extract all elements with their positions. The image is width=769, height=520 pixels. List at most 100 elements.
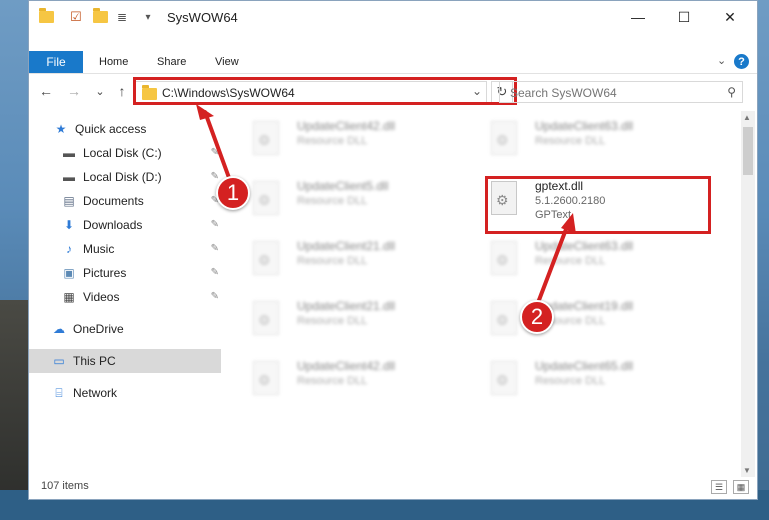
file-name: UpdateClient42.dll: [297, 119, 396, 133]
dll-file-icon: [253, 361, 279, 395]
sidebar-item-local-disk-c[interactable]: ▬ Local Disk (C:) ✎: [29, 141, 221, 165]
sidebar-item-label: Documents: [83, 194, 144, 208]
quick-access-dropdown[interactable]: ▾: [139, 8, 157, 26]
tab-home[interactable]: Home: [99, 51, 128, 73]
back-button[interactable]: ←: [37, 82, 55, 100]
list-item[interactable]: UpdateClient63.dll Resource DLL: [467, 235, 687, 283]
dll-file-icon: [491, 361, 517, 395]
sidebar-item-label: Videos: [83, 290, 120, 304]
tab-view[interactable]: View: [215, 51, 239, 73]
sidebar-item-label: OneDrive: [73, 322, 124, 336]
star-icon: ★: [55, 122, 67, 136]
music-icon: ♪: [66, 242, 72, 256]
file-description: Resource DLL: [535, 135, 606, 147]
recent-locations-button[interactable]: ⌄: [91, 82, 109, 100]
dll-file-icon: [253, 301, 279, 335]
pictures-icon: ▣: [63, 266, 75, 280]
scroll-thumb[interactable]: [743, 127, 753, 175]
minimize-button[interactable]: —: [615, 1, 661, 33]
documents-icon: ▤: [63, 194, 75, 208]
file-name: UpdateClient21.dll: [297, 299, 396, 313]
address-dropdown-icon[interactable]: ⌄: [472, 84, 482, 98]
list-item[interactable]: UpdateClient42.dll Resource DLL: [229, 115, 449, 163]
expand-ribbon-icon[interactable]: ⌄: [717, 54, 726, 67]
videos-icon: ▦: [63, 290, 75, 304]
file-description: Resource DLL: [297, 195, 368, 207]
file-list: UpdateClient42.dll Resource DLL UpdateCl…: [229, 109, 739, 469]
sidebar-item-label: Downloads: [83, 218, 143, 232]
item-count: 107 items: [41, 480, 89, 492]
list-item[interactable]: UpdateClient42.dll Resource DLL: [229, 355, 449, 403]
navigation-bar: ← → ⌄ ↑ C:\Windows\SysWOW64 ⌄ ↻ ⚲: [29, 77, 757, 107]
file-name: UpdateClient42.dll: [297, 359, 396, 373]
file-name: UpdateClient63.dll: [535, 119, 634, 133]
vertical-scrollbar[interactable]: ▲ ▼: [741, 111, 755, 477]
scroll-down-icon[interactable]: ▼: [743, 466, 751, 475]
drive-icon: ▬: [63, 170, 75, 184]
explorer-window: ☑ ≣ ▾ SysWOW64 — ☐ ✕ File Home Share Vie…: [28, 0, 758, 500]
properties-icon[interactable]: ☑: [67, 8, 85, 26]
list-item[interactable]: UpdateClient21.dll Resource DLL: [229, 295, 449, 343]
window-title: SysWOW64: [167, 10, 238, 25]
sidebar-item-local-disk-d[interactable]: ▬ Local Disk (D:) ✎: [29, 165, 221, 189]
drive-icon: ▬: [63, 146, 75, 160]
list-item[interactable]: UpdateClient21.dll Resource DLL: [229, 235, 449, 283]
sidebar-item-label: Local Disk (D:): [83, 170, 162, 184]
search-input[interactable]: [508, 83, 712, 103]
download-icon: ⬇: [63, 218, 75, 232]
forward-button[interactable]: →: [65, 82, 83, 100]
dll-file-icon: [253, 181, 279, 215]
sidebar-item-network[interactable]: ⌸ Network: [29, 381, 221, 405]
sidebar-item-pictures[interactable]: ▣ Pictures ✎: [29, 261, 221, 285]
sidebar-item-music[interactable]: ♪ Music ✎: [29, 237, 221, 261]
scroll-up-icon[interactable]: ▲: [743, 113, 751, 122]
sidebar-item-documents[interactable]: ▤ Documents ✎: [29, 189, 221, 213]
folder-icon: [142, 85, 157, 100]
list-item[interactable]: UpdateClient65.dll Resource DLL: [467, 355, 687, 403]
up-button[interactable]: ↑: [113, 82, 131, 100]
dll-file-icon: [491, 121, 517, 155]
details-view-icon[interactable]: ☰: [711, 480, 727, 494]
tab-share[interactable]: Share: [157, 51, 186, 73]
dll-file-icon: [491, 241, 517, 275]
address-path[interactable]: C:\Windows\SysWOW64: [162, 86, 295, 100]
cloud-icon: ☁: [53, 322, 65, 336]
pin-icon: ✎: [210, 291, 219, 302]
new-folder-icon[interactable]: [91, 8, 109, 26]
pin-icon: ✎: [210, 147, 219, 158]
file-description: Resource DLL: [297, 315, 368, 327]
list-item[interactable]: UpdateClient19.dll Resource DLL: [467, 295, 687, 343]
sidebar-item-label: Network: [73, 386, 118, 400]
dll-file-icon: [253, 241, 279, 275]
sidebar-item-quick-access[interactable]: ★ Quick access: [29, 117, 221, 141]
sidebar-item-label: This PC: [73, 354, 116, 368]
address-bar[interactable]: C:\Windows\SysWOW64 ⌄: [135, 81, 487, 103]
tab-file[interactable]: File: [29, 51, 83, 73]
file-description: Resource DLL: [297, 135, 368, 147]
pin-icon: ✎: [210, 219, 219, 230]
status-bar: 107 items ☰ ▦: [29, 477, 757, 499]
search-box[interactable]: ⚲: [499, 81, 743, 103]
pin-icon: ✎: [210, 243, 219, 254]
help-icon[interactable]: ?: [734, 54, 749, 69]
list-item[interactable]: UpdateClient63.dll Resource DLL: [467, 115, 687, 163]
close-button[interactable]: ✕: [707, 1, 753, 33]
search-icon: ⚲: [727, 85, 736, 99]
callout-badge-2: 2: [520, 300, 554, 334]
file-name: UpdateClient5.dll: [297, 179, 389, 193]
sidebar-item-this-pc[interactable]: ▭ This PC: [29, 349, 221, 373]
file-description: Resource DLL: [297, 255, 368, 267]
sidebar-item-downloads[interactable]: ⬇ Downloads ✎: [29, 213, 221, 237]
file-name: UpdateClient21.dll: [297, 239, 396, 253]
tiles-view-icon[interactable]: ▦: [733, 480, 749, 494]
sidebar-item-videos[interactable]: ▦ Videos ✎: [29, 285, 221, 309]
sidebar-item-label: Local Disk (C:): [83, 146, 162, 160]
pin-icon: ✎: [210, 267, 219, 278]
maximize-button[interactable]: ☐: [661, 1, 707, 33]
list-item[interactable]: UpdateClient5.dll Resource DLL: [229, 175, 449, 223]
file-description: Resource DLL: [297, 375, 368, 387]
file-name: UpdateClient63.dll: [535, 239, 634, 253]
pin-icon: ✎: [210, 171, 219, 182]
sidebar-item-onedrive[interactable]: ☁ OneDrive: [29, 317, 221, 341]
customize-quick-access-icon[interactable]: ≣: [113, 8, 131, 26]
